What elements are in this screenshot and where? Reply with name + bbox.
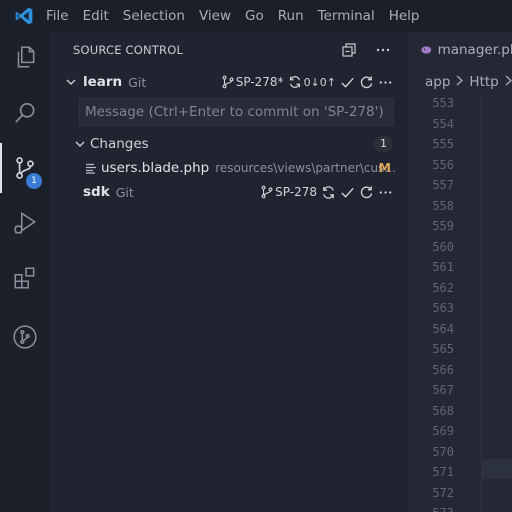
menu-selection[interactable]: Selection — [116, 0, 192, 32]
sync-icon[interactable] — [321, 185, 336, 200]
repo-name: learn — [83, 74, 123, 90]
changes-count-badge: 1 — [374, 136, 393, 152]
commit-message-input[interactable]: Message (Ctrl+Enter to commit on 'SP-278… — [79, 98, 394, 126]
explorer-button[interactable] — [0, 32, 50, 82]
menu-go[interactable]: Go — [238, 0, 271, 32]
chevron-right-icon — [504, 74, 512, 90]
source-control-button[interactable]: 1 — [0, 143, 50, 193]
line-number: 561 — [432, 260, 454, 274]
source-control-badge: 1 — [26, 173, 42, 189]
line-number: 565 — [432, 342, 454, 356]
line-number: 573 — [407, 503, 457, 512]
repo-name: sdk — [83, 184, 110, 200]
line-number: 563 — [432, 301, 454, 315]
changed-file-row[interactable]: users.blade.php resources\views\partner\… — [50, 157, 407, 179]
menu-bar: File Edit Selection View Go Run Terminal… — [46, 0, 427, 32]
branch-indicator[interactable]: SP-278* — [221, 75, 284, 89]
file-path: resources\views\partner\cus... — [215, 161, 396, 175]
vscode-logo-icon — [0, 0, 48, 32]
menu-file[interactable]: File — [46, 0, 76, 32]
line-number: 558 — [432, 198, 454, 213]
git-graph-icon — [13, 325, 37, 349]
file-status-modified: M — [378, 160, 391, 175]
sync-counts: 0↓0↑ — [303, 75, 336, 89]
line-number: 559 — [432, 219, 454, 233]
files-icon — [17, 46, 35, 68]
repo-row-sdk[interactable]: sdk Git SP-278 — [50, 181, 407, 203]
line-number: 553 — [432, 96, 454, 110]
repo-row-learn[interactable]: learn Git SP-278* 0↓0↑ — [50, 71, 407, 93]
chevron-down-icon[interactable] — [64, 75, 78, 89]
editor-tab[interactable]: manager.php — [407, 32, 512, 68]
editor-tab-bar: manager.php — [407, 32, 512, 68]
extensions-icon — [14, 267, 35, 289]
menu-help[interactable]: Help — [382, 0, 427, 32]
indent-guide — [481, 93, 482, 512]
chevron-down-icon[interactable] — [73, 137, 87, 151]
line-number: 557 — [432, 178, 454, 192]
line-number-gutter: 553 554 555 556 557 558 559 560 561 562 … — [407, 93, 457, 512]
current-line-highlight — [482, 459, 512, 479]
menu-edit[interactable]: Edit — [76, 0, 116, 32]
search-button[interactable] — [0, 88, 50, 138]
commit-check-icon[interactable] — [340, 185, 355, 200]
breadcrumb-item[interactable]: Http — [469, 74, 498, 90]
panel-title: SOURCE CONTROL — [73, 43, 184, 57]
run-debug-icon — [14, 211, 37, 234]
extensions-button[interactable] — [0, 253, 50, 303]
more-actions-icon[interactable] — [375, 42, 391, 58]
refresh-icon[interactable] — [359, 185, 374, 200]
title-bar: File Edit Selection View Go Run Terminal… — [0, 0, 512, 32]
editor-area: manager.php app Http 553 554 555 556 557… — [407, 32, 512, 512]
file-lines-icon — [85, 162, 97, 174]
line-number: 556 — [432, 157, 454, 172]
line-number: 566 — [432, 362, 454, 377]
menu-run[interactable]: Run — [271, 0, 311, 32]
changes-group[interactable]: Changes 1 — [50, 133, 407, 155]
commit-check-icon[interactable] — [340, 75, 355, 90]
line-number: 569 — [432, 424, 454, 438]
menu-view[interactable]: View — [192, 0, 238, 32]
line-number: 570 — [432, 444, 454, 459]
search-icon — [15, 102, 35, 123]
branch-name: SP-278* — [235, 75, 284, 89]
repo-vcs: Git — [115, 184, 134, 200]
line-number: 571 — [432, 465, 454, 479]
php-file-icon — [421, 46, 432, 54]
menu-terminal[interactable]: Terminal — [311, 0, 382, 32]
branch-indicator[interactable]: SP-278 — [260, 185, 317, 199]
editor-tab-label: manager.php — [437, 42, 512, 58]
line-number: 560 — [432, 239, 454, 254]
repo-vcs: Git — [128, 74, 147, 90]
sync-icon — [289, 76, 300, 88]
file-name: users.blade.php — [101, 160, 210, 176]
more-actions-icon[interactable] — [378, 75, 393, 90]
branch-icon — [222, 75, 234, 89]
branch-name: SP-278 — [275, 185, 317, 199]
breadcrumb-item[interactable]: app — [425, 74, 450, 90]
line-number: 564 — [432, 321, 454, 336]
sync-button[interactable]: 0↓0↑ — [288, 75, 336, 89]
collapse-all-icon[interactable] — [341, 42, 357, 58]
panel-header: SOURCE CONTROL — [50, 32, 407, 68]
source-control-panel: SOURCE CONTROL learn Git SP-278* 0↓0↑ Me… — [50, 32, 407, 512]
line-number: 555 — [432, 137, 454, 151]
activity-bar: 1 — [0, 32, 50, 512]
line-number: 572 — [432, 485, 454, 500]
line-number: 554 — [432, 116, 454, 131]
branch-icon — [261, 185, 273, 199]
chevron-right-icon — [455, 74, 464, 90]
line-number: 567 — [432, 383, 454, 397]
run-debug-button[interactable] — [0, 198, 50, 248]
line-number: 568 — [432, 403, 454, 418]
refresh-icon[interactable] — [359, 75, 374, 90]
more-actions-icon[interactable] — [378, 185, 393, 200]
breadcrumb: app Http — [407, 68, 512, 96]
git-graph-button[interactable] — [0, 312, 50, 362]
line-number: 562 — [432, 280, 454, 295]
changes-label: Changes — [90, 136, 149, 152]
